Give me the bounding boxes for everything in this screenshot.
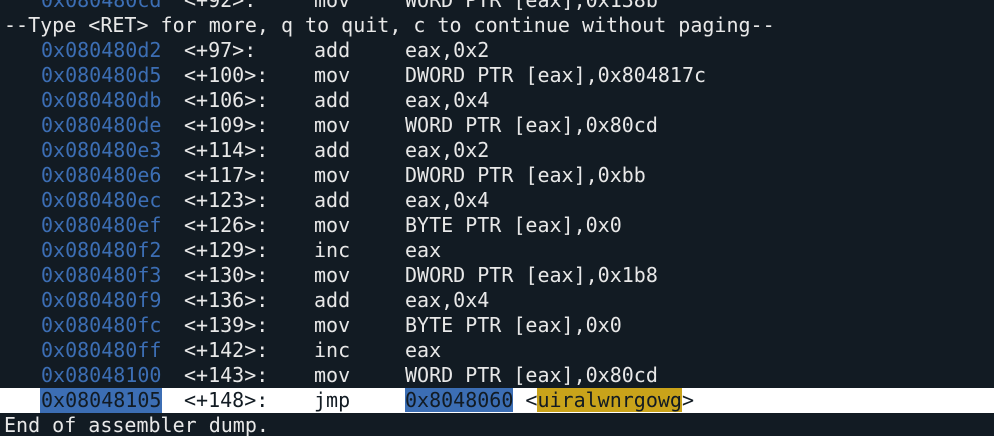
instruction-operands: eax,0x2 <box>405 138 490 162</box>
instruction-mnemonic: mov <box>314 213 351 237</box>
dump-footer: End of assembler dump. <box>0 413 994 436</box>
instruction-operands: WORD PTR [eax],0x138b <box>405 0 658 12</box>
disasm-row[interactable]: 0x080480f2 <+129>: inc eax <box>0 238 994 263</box>
instruction-mnemonic: mov <box>314 363 351 387</box>
instruction-operands: eax,0x4 <box>405 88 490 112</box>
symbol-open: < <box>513 388 538 412</box>
instruction-operands: eax,0x4 <box>405 288 490 312</box>
instruction-mnemonic: inc <box>314 338 351 362</box>
instruction-offset: <+92>: <box>184 0 257 12</box>
terminal-window[interactable]: 0x080480cd <+92>: mov WORD PTR [eax],0x1… <box>0 0 994 436</box>
instruction-mnemonic: mov <box>314 263 351 287</box>
disasm-row[interactable]: 0x080480d5 <+100>: mov DWORD PTR [eax],0x80… <box>0 63 994 88</box>
disasm-row[interactable]: 0x080480d2 <+97>: add eax,0x2 <box>0 38 994 63</box>
instruction-address: 0x080480f9 <box>41 288 162 312</box>
instruction-offset: <+142>: <box>184 338 269 362</box>
instruction-mnemonic: jmp <box>314 388 351 412</box>
instruction-address: 0x080480f2 <box>41 238 162 262</box>
disasm-row[interactable]: 0x08048100 <+143>: mov WORD PTR [eax],0x80c… <box>0 363 994 388</box>
instruction-offset: <+114>: <box>184 138 269 162</box>
selected-disasm-row[interactable]: 0x08048105 <+148>: jmp 0x8048060 <uiralw… <box>0 388 994 413</box>
instruction-operands: WORD PTR [eax],0x80cd <box>405 363 658 387</box>
partial-disasm-row: 0x080480cd <+92>: mov WORD PTR [eax],0x1… <box>0 0 994 13</box>
instruction-address: 0x080480fc <box>41 313 162 337</box>
disasm-row[interactable]: 0x080480de <+109>: mov WORD PTR [eax],0x80c… <box>0 113 994 138</box>
instruction-mnemonic: mov <box>314 113 351 137</box>
disasm-row[interactable]: 0x080480ef <+126>: mov BYTE PTR [eax],0x0 <box>0 213 994 238</box>
instruction-mnemonic: add <box>314 138 351 162</box>
instruction-offset: <+126>: <box>184 213 269 237</box>
instruction-mnemonic: add <box>314 288 351 312</box>
jump-target-symbol: uiralwnrgowg <box>537 388 682 412</box>
instruction-offset: <+106>: <box>184 88 269 112</box>
instruction-offset: <+100>: <box>184 63 269 87</box>
instruction-address: 0x080480ff <box>41 338 162 362</box>
instruction-address: 0x080480ec <box>41 188 162 212</box>
instruction-offset: <+130>: <box>184 263 269 287</box>
instruction-mnemonic: inc <box>314 238 351 262</box>
disasm-row[interactable]: 0x080480f9 <+136>: add eax,0x4 <box>0 288 994 313</box>
instruction-operands: BYTE PTR [eax],0x0 <box>405 313 622 337</box>
disasm-row[interactable]: 0x080480ec <+123>: add eax,0x4 <box>0 188 994 213</box>
instruction-offset: <+148>: <box>184 388 269 412</box>
pager-prompt: --Type <RET> for more, q to quit, c to c… <box>0 13 994 38</box>
instruction-operands: 0x8048060 <uiralwnrgowg> <box>405 388 694 413</box>
instruction-address: 0x08048100 <box>41 363 162 387</box>
instruction-offset: <+136>: <box>184 288 269 312</box>
pager-prompt-text: --Type <RET> for more, q to quit, c to c… <box>4 13 775 37</box>
instruction-address: 0x08048105 <box>40 388 163 413</box>
footer-text: End of assembler dump. <box>4 413 269 436</box>
instruction-address: 0x080480e6 <box>41 163 162 187</box>
instruction-address: 0x080480de <box>41 113 162 137</box>
instruction-address: 0x080480cd <box>41 0 162 12</box>
instruction-offset: <+123>: <box>184 188 269 212</box>
instruction-operands: DWORD PTR [eax],0x804817c <box>405 63 707 87</box>
disasm-row[interactable]: 0x080480ff <+142>: inc eax <box>0 338 994 363</box>
instruction-offset: <+109>: <box>184 113 269 137</box>
instruction-offset: <+143>: <box>184 363 269 387</box>
instruction-operands: DWORD PTR [eax],0x1b8 <box>405 263 658 287</box>
disasm-row[interactable]: 0x080480fc <+139>: mov BYTE PTR [eax],0x0 <box>0 313 994 338</box>
instruction-mnemonic: add <box>314 38 351 62</box>
instruction-address: 0x080480d5 <box>41 63 162 87</box>
disasm-row[interactable]: 0x080480e3 <+114>: add eax,0x2 <box>0 138 994 163</box>
instruction-mnemonic: mov <box>314 313 351 337</box>
instruction-operands: eax <box>405 338 442 362</box>
instruction-address: 0x080480f3 <box>41 263 162 287</box>
instruction-offset: <+129>: <box>184 238 269 262</box>
instruction-mnemonic: mov <box>314 0 351 12</box>
instruction-offset: <+117>: <box>184 163 269 187</box>
instruction-operands: DWORD PTR [eax],0xbb <box>405 163 646 187</box>
instruction-operands: eax <box>405 238 442 262</box>
jump-target-address: 0x8048060 <box>405 388 514 412</box>
disasm-row[interactable]: 0x080480f3 <+130>: mov DWORD PTR [eax],0x1b… <box>0 263 994 288</box>
instruction-mnemonic: mov <box>314 163 351 187</box>
disasm-row[interactable]: 0x080480e6 <+117>: mov DWORD PTR [eax],0xbb <box>0 163 994 188</box>
instruction-mnemonic: mov <box>314 63 351 87</box>
instruction-mnemonic: add <box>314 188 351 212</box>
instruction-address: 0x080480db <box>41 88 162 112</box>
disasm-row[interactable]: 0x080480db <+106>: add eax,0x4 <box>0 88 994 113</box>
instruction-address: 0x080480ef <box>41 213 162 237</box>
instruction-address: 0x080480e3 <box>41 138 162 162</box>
instruction-offset: <+139>: <box>184 313 269 337</box>
symbol-close: > <box>681 388 695 412</box>
instruction-operands: WORD PTR [eax],0x80cd <box>405 113 658 137</box>
instruction-address: 0x080480d2 <box>41 38 162 62</box>
instruction-offset: <+97>: <box>184 38 257 62</box>
instruction-operands: BYTE PTR [eax],0x0 <box>405 213 622 237</box>
instruction-operands: eax,0x2 <box>405 38 490 62</box>
instruction-mnemonic: add <box>314 88 351 112</box>
instruction-operands: eax,0x4 <box>405 188 490 212</box>
